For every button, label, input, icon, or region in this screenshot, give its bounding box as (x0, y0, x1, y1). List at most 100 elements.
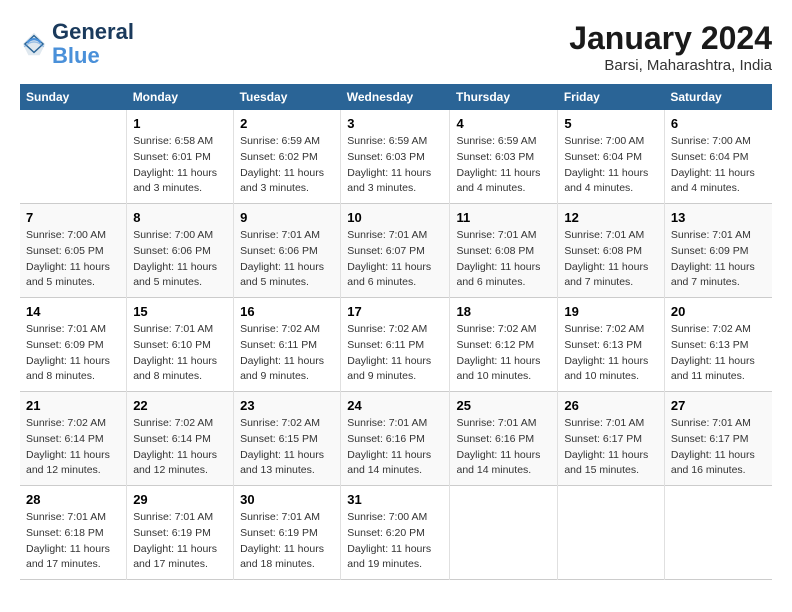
day-cell (558, 486, 665, 580)
day-number: 13 (671, 210, 766, 225)
day-number: 3 (347, 116, 443, 131)
day-cell: 17Sunrise: 7:02 AMSunset: 6:11 PMDayligh… (341, 298, 450, 392)
day-number: 2 (240, 116, 334, 131)
logo-text: General Blue (52, 20, 134, 68)
day-info: Sunrise: 7:01 AMSunset: 6:06 PMDaylight:… (240, 228, 334, 291)
day-info: Sunrise: 7:01 AMSunset: 6:10 PMDaylight:… (133, 322, 227, 385)
day-info: Sunrise: 7:01 AMSunset: 6:16 PMDaylight:… (456, 416, 551, 479)
day-cell: 30Sunrise: 7:01 AMSunset: 6:19 PMDayligh… (234, 486, 341, 580)
location-subtitle: Barsi, Maharashtra, India (569, 57, 772, 74)
day-number: 4 (456, 116, 551, 131)
day-info: Sunrise: 7:01 AMSunset: 6:19 PMDaylight:… (133, 510, 227, 573)
day-info: Sunrise: 7:01 AMSunset: 6:09 PMDaylight:… (671, 228, 766, 291)
day-info: Sunrise: 7:02 AMSunset: 6:13 PMDaylight:… (671, 322, 766, 385)
day-cell: 5 Sunrise: 7:00 AMSunset: 6:04 PMDaylight… (558, 110, 665, 204)
day-number: 18 (456, 304, 551, 319)
day-cell: 21Sunrise: 7:02 AMSunset: 6:14 PMDayligh… (20, 392, 127, 486)
day-info: Sunrise: 7:01 AMSunset: 6:18 PMDaylight:… (26, 510, 120, 573)
day-info: Sunrise: 7:02 AMSunset: 6:15 PMDaylight:… (240, 416, 334, 479)
day-cell: 6Sunrise: 7:00 AMSunset: 6:04 PMDaylight… (664, 110, 772, 204)
day-number: 26 (564, 398, 658, 413)
day-cell: 3 Sunrise: 6:59 AMSunset: 6:03 PMDaylight… (341, 110, 450, 204)
day-cell: 22 Sunrise: 7:02 AMSunset: 6:14 PMDayligh… (127, 392, 234, 486)
day-info: Sunrise: 7:02 AMSunset: 6:14 PMDaylight:… (133, 416, 227, 479)
day-cell: 19 Sunrise: 7:02 AMSunset: 6:13 PMDayligh… (558, 298, 665, 392)
day-number: 16 (240, 304, 334, 319)
day-cell: 20Sunrise: 7:02 AMSunset: 6:13 PMDayligh… (664, 298, 772, 392)
day-number: 19 (564, 304, 658, 319)
day-number: 29 (133, 492, 227, 507)
day-number: 12 (564, 210, 658, 225)
day-info: Sunrise: 7:01 AMSunset: 6:08 PMDaylight:… (564, 228, 658, 291)
day-info: Sunrise: 7:01 AMSunset: 6:07 PMDaylight:… (347, 228, 443, 291)
day-cell: 18 Sunrise: 7:02 AMSunset: 6:12 PMDayligh… (450, 298, 558, 392)
day-info: Sunrise: 7:02 AMSunset: 6:12 PMDaylight:… (456, 322, 551, 385)
day-cell (20, 110, 127, 204)
column-header-wednesday: Wednesday (341, 84, 450, 110)
day-number: 28 (26, 492, 120, 507)
day-info: Sunrise: 7:00 AMSunset: 6:20 PMDaylight:… (347, 510, 443, 573)
day-cell: 25 Sunrise: 7:01 AMSunset: 6:16 PMDayligh… (450, 392, 558, 486)
day-cell: 2 Sunrise: 6:59 AMSunset: 6:02 PMDaylight… (234, 110, 341, 204)
week-row-4: 21 Sunrise: 7:02 AMSunset: 6:14 PMDayligh… (20, 392, 772, 486)
day-cell: 24Sunrise: 7:01 AMSunset: 6:16 PMDayligh… (341, 392, 450, 486)
day-cell: 23 Sunrise: 7:02 AMSunset: 6:15 PMDayligh… (234, 392, 341, 486)
logo: General Blue (20, 20, 134, 68)
day-info: Sunrise: 7:01 AMSunset: 6:17 PMDaylight:… (564, 416, 658, 479)
day-number: 25 (456, 398, 551, 413)
day-info: Sunrise: 6:59 AMSunset: 6:02 PMDaylight:… (240, 134, 334, 197)
day-number: 7 (26, 210, 120, 225)
day-cell: 10 Sunrise: 7:01 AMSunset: 6:07 PMDayligh… (341, 204, 450, 298)
column-header-tuesday: Tuesday (234, 84, 341, 110)
calendar-table: SundayMondayTuesdayWednesdayThursdayFrid… (20, 84, 772, 580)
day-info: Sunrise: 7:00 AMSunset: 6:06 PMDaylight:… (133, 228, 227, 291)
column-header-monday: Monday (127, 84, 234, 110)
day-number: 11 (456, 210, 551, 225)
day-cell: 1 Sunrise: 6:58 AMSunset: 6:01 PMDaylight… (127, 110, 234, 204)
day-info: Sunrise: 7:00 AMSunset: 6:04 PMDaylight:… (564, 134, 658, 197)
day-info: Sunrise: 7:02 AMSunset: 6:13 PMDaylight:… (564, 322, 658, 385)
day-cell: 29 Sunrise: 7:01 AMSunset: 6:19 PMDayligh… (127, 486, 234, 580)
day-cell: 7 Sunrise: 7:00 AMSunset: 6:05 PMDaylight… (20, 204, 127, 298)
day-info: Sunrise: 7:01 AMSunset: 6:08 PMDaylight:… (456, 228, 551, 291)
day-cell: 28 Sunrise: 7:01 AMSunset: 6:18 PMDayligh… (20, 486, 127, 580)
logo-icon (20, 30, 48, 58)
day-cell: 4 Sunrise: 6:59 AMSunset: 6:03 PMDaylight… (450, 110, 558, 204)
day-cell: 11 Sunrise: 7:01 AMSunset: 6:08 PMDayligh… (450, 204, 558, 298)
column-header-thursday: Thursday (450, 84, 558, 110)
day-number: 6 (671, 116, 766, 131)
week-row-3: 14Sunrise: 7:01 AMSunset: 6:09 PMDayligh… (20, 298, 772, 392)
day-number: 31 (347, 492, 443, 507)
week-row-2: 7 Sunrise: 7:00 AMSunset: 6:05 PMDaylight… (20, 204, 772, 298)
page-header: General Blue January 2024 Barsi, Maharas… (20, 20, 772, 74)
day-number: 5 (564, 116, 658, 131)
day-info: Sunrise: 6:59 AMSunset: 6:03 PMDaylight:… (347, 134, 443, 197)
day-cell: 8 Sunrise: 7:00 AMSunset: 6:06 PMDaylight… (127, 204, 234, 298)
day-info: Sunrise: 6:59 AMSunset: 6:03 PMDaylight:… (456, 134, 551, 197)
day-cell: 15 Sunrise: 7:01 AMSunset: 6:10 PMDayligh… (127, 298, 234, 392)
day-number: 9 (240, 210, 334, 225)
day-number: 8 (133, 210, 227, 225)
day-cell: 31 Sunrise: 7:00 AMSunset: 6:20 PMDayligh… (341, 486, 450, 580)
week-row-1: 1 Sunrise: 6:58 AMSunset: 6:01 PMDaylight… (20, 110, 772, 204)
title-block: January 2024 Barsi, Maharashtra, India (569, 20, 772, 74)
month-title: January 2024 (569, 20, 772, 57)
day-info: Sunrise: 7:01 AMSunset: 6:16 PMDaylight:… (347, 416, 443, 479)
column-header-row: SundayMondayTuesdayWednesdayThursdayFrid… (20, 84, 772, 110)
day-number: 1 (133, 116, 227, 131)
day-info: Sunrise: 7:00 AMSunset: 6:05 PMDaylight:… (26, 228, 120, 291)
day-cell (450, 486, 558, 580)
day-cell: 12 Sunrise: 7:01 AMSunset: 6:08 PMDayligh… (558, 204, 665, 298)
day-number: 15 (133, 304, 227, 319)
column-header-friday: Friday (558, 84, 665, 110)
day-cell: 13 Sunrise: 7:01 AMSunset: 6:09 PMDayligh… (664, 204, 772, 298)
day-number: 23 (240, 398, 334, 413)
day-number: 22 (133, 398, 227, 413)
day-info: Sunrise: 6:58 AMSunset: 6:01 PMDaylight:… (133, 134, 227, 197)
day-cell: 9 Sunrise: 7:01 AMSunset: 6:06 PMDaylight… (234, 204, 341, 298)
column-header-saturday: Saturday (664, 84, 772, 110)
day-cell (664, 486, 772, 580)
day-number: 21 (26, 398, 120, 413)
day-info: Sunrise: 7:01 AMSunset: 6:19 PMDaylight:… (240, 510, 334, 573)
day-number: 10 (347, 210, 443, 225)
